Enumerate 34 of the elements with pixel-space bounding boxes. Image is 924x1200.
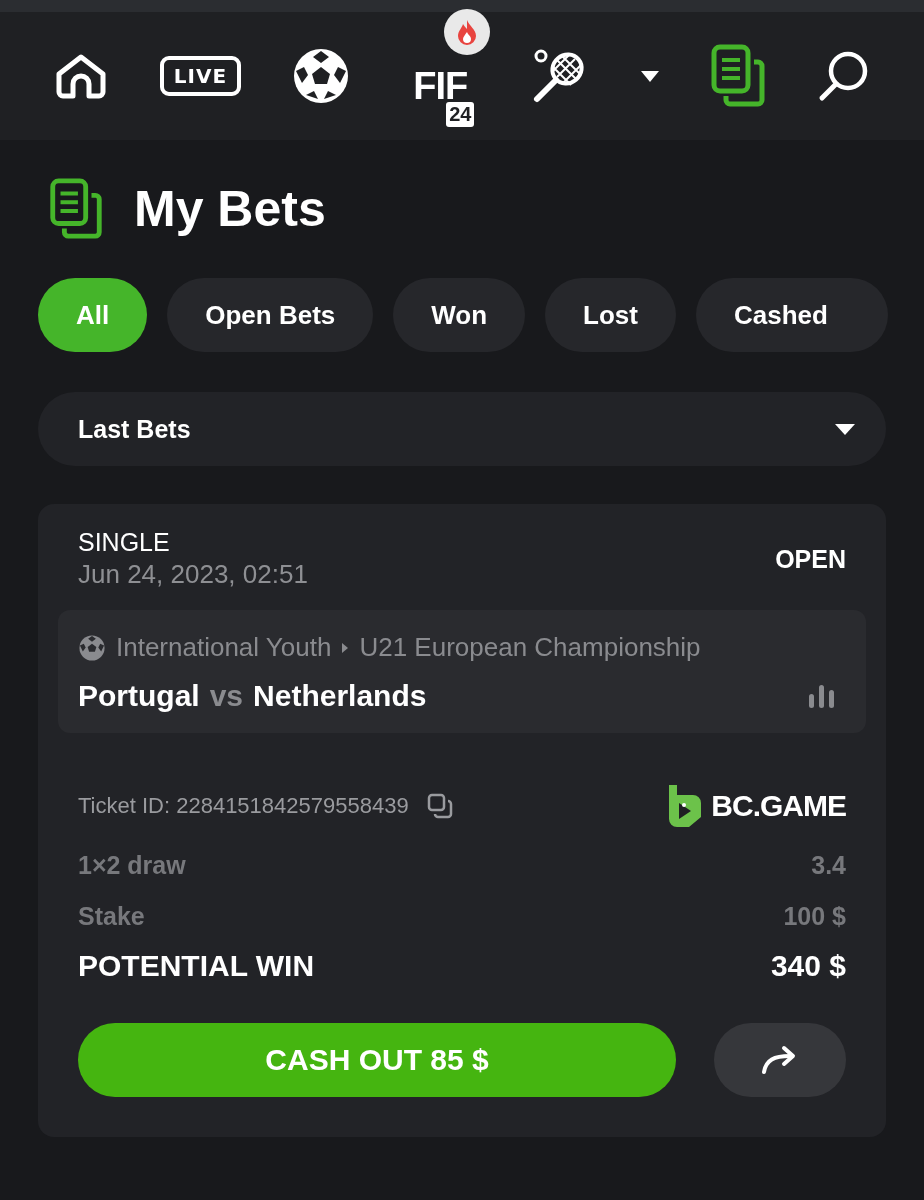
bet-type: SINGLE xyxy=(78,528,171,557)
soccer-ball-icon xyxy=(78,633,106,662)
line-value: 100 $ xyxy=(783,902,846,931)
filter-tab[interactable]: Cashed xyxy=(696,278,888,352)
live-button[interactable]: LIVE xyxy=(159,56,242,96)
caret-icon[interactable] xyxy=(639,69,660,83)
stats-icon[interactable] xyxy=(808,684,836,708)
page-title: My Bets xyxy=(134,180,326,238)
line-label: Stake xyxy=(78,902,145,931)
team-name: Portugal xyxy=(78,679,200,713)
line-label: POTENTIAL WIN xyxy=(78,949,315,983)
filter-tab[interactable]: Won xyxy=(393,278,526,352)
caret-icon xyxy=(834,422,856,436)
bet-status: OPEN xyxy=(775,544,846,574)
filter-tab[interactable]: Open Bets xyxy=(167,278,374,352)
period-dropdown[interactable]: Last Bets xyxy=(38,392,886,466)
fifa-logo[interactable]: FIF 24 xyxy=(400,57,481,135)
brand-logo-icon xyxy=(667,783,704,829)
line-label: 1×2 draw xyxy=(78,851,186,880)
league-name[interactable]: International Youth xyxy=(116,632,332,663)
line-value: 340 $ xyxy=(770,949,846,983)
ticket-id: Ticket ID: 2284151842579558439 xyxy=(78,793,409,819)
versus-label: vs xyxy=(209,679,244,713)
brand-name: BC.GAME xyxy=(711,789,846,823)
league-name[interactable]: U21 European Championship xyxy=(359,632,701,663)
soccer-ball-icon[interactable] xyxy=(291,47,350,105)
bet-slip-icon xyxy=(48,178,104,240)
team-name: Netherlands xyxy=(253,679,427,713)
filter-tab[interactable]: Lost xyxy=(545,278,676,352)
copy-icon[interactable] xyxy=(426,793,453,819)
bet-date: Jun 24, 2023, 02:51 xyxy=(78,559,308,590)
chevron-right-icon xyxy=(341,641,350,654)
bet-slip-icon[interactable] xyxy=(710,44,767,108)
line-value: 3.4 xyxy=(811,851,846,880)
